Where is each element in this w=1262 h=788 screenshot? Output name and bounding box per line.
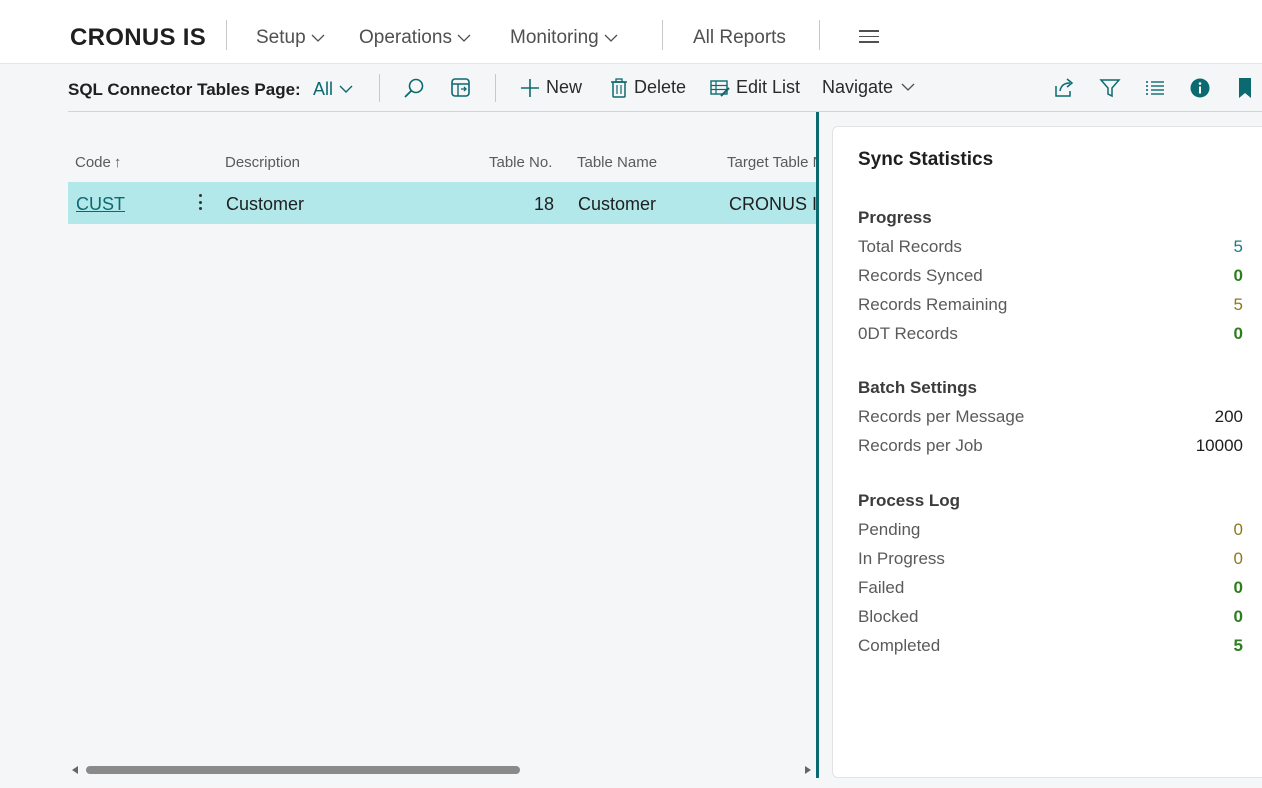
navigate-menu[interactable]: Navigate — [822, 77, 915, 98]
scroll-left-icon[interactable] — [72, 766, 78, 774]
cell-code[interactable]: CUST — [76, 194, 125, 215]
trash-icon — [611, 77, 627, 98]
list-view-icon[interactable] — [1143, 76, 1167, 100]
column-header-table-name[interactable]: Table Name — [577, 154, 657, 171]
plus-icon — [521, 78, 539, 97]
nav-operations-label: Operations — [359, 27, 452, 48]
nav-divider — [819, 20, 820, 50]
row-actions-icon[interactable] — [195, 194, 205, 214]
chevron-down-icon — [457, 34, 471, 42]
list-grid: Code ↑ Description Table No. Table Name T… — [68, 112, 818, 232]
stat-odt-records[interactable]: 0DT Records 0 — [858, 319, 1243, 348]
horizontal-scrollbar[interactable] — [68, 762, 818, 778]
hamburger-icon[interactable] — [859, 30, 879, 44]
search-icon[interactable] — [402, 76, 426, 100]
column-header-target-table[interactable]: Target Table N — [727, 154, 818, 171]
column-header-code[interactable]: Code ↑ — [75, 154, 121, 171]
nav-setup[interactable]: Setup — [256, 27, 325, 49]
page-title: SQL Connector Tables Page: — [68, 80, 301, 99]
bookmark-icon[interactable] — [1233, 76, 1257, 100]
stat-records-per-message: Records per Message 200 — [858, 402, 1243, 431]
cell-description: Customer — [226, 194, 305, 214]
view-selector[interactable]: All — [313, 79, 353, 100]
group-title: Batch Settings — [858, 378, 978, 397]
stat-records-remaining[interactable]: Records Remaining 5 — [858, 290, 1243, 319]
stat-value[interactable]: 0 — [1234, 261, 1243, 290]
delete-button-label: Delete — [634, 77, 687, 97]
stat-value: 200 — [1214, 407, 1243, 426]
stat-value[interactable]: 0 — [1234, 319, 1243, 348]
stat-failed[interactable]: Failed 0 — [858, 573, 1243, 602]
stat-value[interactable]: 0 — [1234, 573, 1243, 602]
chevron-down-icon — [339, 85, 353, 93]
action-bar: SQL Connector Tables Page: All New Delet… — [0, 64, 1262, 112]
stat-records-per-job: Records per Job 10000 — [858, 431, 1243, 460]
nav-setup-label: Setup — [256, 27, 306, 48]
nav-all-reports[interactable]: All Reports — [693, 27, 786, 49]
nav-operations[interactable]: Operations — [359, 27, 471, 49]
pane-splitter[interactable] — [816, 112, 819, 778]
view-selector-label: All — [313, 79, 334, 99]
edit-list-button-label: Edit List — [736, 77, 801, 97]
stat-in-progress[interactable]: In Progress 0 — [858, 544, 1243, 573]
edit-in-excel-icon[interactable] — [449, 76, 473, 100]
share-icon[interactable] — [1052, 76, 1076, 100]
filter-icon[interactable] — [1098, 76, 1122, 100]
stat-value[interactable]: 5 — [1234, 631, 1243, 660]
nav-divider — [226, 20, 227, 50]
scroll-right-icon[interactable] — [805, 766, 811, 774]
new-button-label: New — [546, 77, 583, 97]
scrollbar-thumb[interactable] — [86, 766, 520, 774]
group-title: Process Log — [858, 491, 961, 510]
info-icon[interactable] — [1188, 76, 1212, 100]
sync-statistics-factbox: Sync Statistics Progress Total Records 5… — [832, 126, 1262, 778]
group-title: Progress — [858, 208, 932, 227]
progress-group: Progress Total Records 5 Records Synced … — [858, 203, 1243, 348]
toolbar-divider — [379, 74, 380, 102]
chevron-down-icon — [901, 83, 915, 91]
factbox-title: Sync Statistics — [858, 149, 994, 170]
chevron-down-icon — [604, 34, 618, 42]
stat-value: 10000 — [1195, 436, 1243, 455]
nav-divider — [662, 20, 663, 50]
cell-table-no: 18 — [534, 194, 555, 214]
company-name[interactable]: CRONUS IS — [70, 24, 206, 52]
stat-value[interactable]: 0 — [1234, 544, 1243, 573]
delete-button[interactable]: Delete — [610, 77, 686, 98]
stat-blocked[interactable]: Blocked 0 — [858, 602, 1243, 631]
stat-value[interactable]: 5 — [1234, 290, 1243, 319]
list-region: Code ↑ Description Table No. Table Name T… — [68, 112, 818, 778]
navigate-menu-label: Navigate — [822, 77, 894, 97]
stat-total-records[interactable]: Total Records 5 — [858, 232, 1243, 261]
chevron-down-icon — [311, 34, 325, 42]
stat-value[interactable]: 0 — [1234, 602, 1243, 631]
column-header-table-no[interactable]: Table No. — [489, 154, 552, 171]
toolbar-divider — [495, 74, 496, 102]
batch-settings-group: Batch Settings Records per Message 200 R… — [858, 373, 1243, 460]
top-navigation: CRONUS IS Setup Operations Monitoring Al… — [0, 0, 1262, 64]
nav-all-reports-label: All Reports — [693, 27, 786, 48]
edit-list-button[interactable]: Edit List — [710, 77, 800, 98]
stat-completed[interactable]: Completed 5 — [858, 631, 1243, 660]
table-row[interactable]: CUST Customer 18 Customer CRONUS IS — [68, 182, 818, 224]
sort-ascending-icon: ↑ — [113, 154, 122, 171]
edit-list-icon — [710, 79, 730, 97]
stat-pending[interactable]: Pending 0 — [858, 515, 1243, 544]
cell-table-name: Customer — [578, 194, 657, 214]
new-button[interactable]: New — [520, 77, 582, 98]
process-log-group: Process Log Pending 0 In Progress 0 Fail… — [858, 486, 1243, 660]
cell-target-table: CRONUS IS — [729, 194, 818, 214]
nav-monitoring[interactable]: Monitoring — [510, 27, 618, 49]
nav-monitoring-label: Monitoring — [510, 27, 599, 48]
stat-value[interactable]: 0 — [1234, 515, 1243, 544]
stat-records-synced[interactable]: Records Synced 0 — [858, 261, 1243, 290]
stat-value[interactable]: 5 — [1234, 232, 1243, 261]
column-header-description[interactable]: Description — [225, 154, 300, 171]
